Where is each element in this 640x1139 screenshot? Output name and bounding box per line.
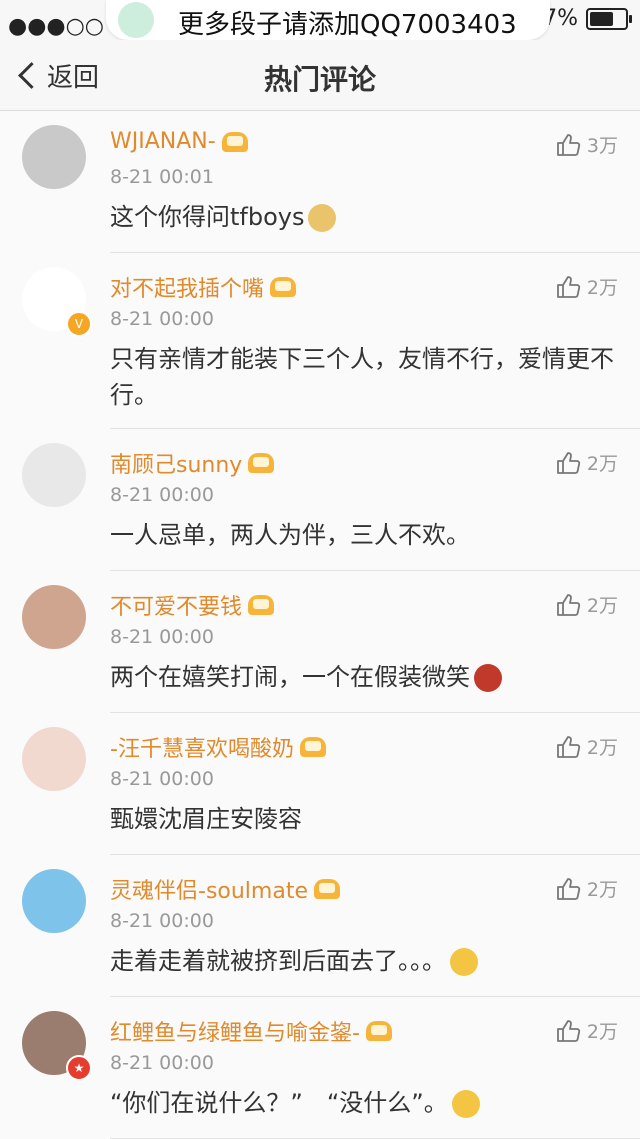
- broken-heart-emoji-icon: [474, 664, 502, 692]
- comment-time: 8-21 00:00: [110, 626, 214, 648]
- comment-item[interactable]: 不可爱不要钱 8-21 00:00 两个在嬉笑打闹，一个在假装微笑 2万: [0, 571, 640, 713]
- username-text[interactable]: 灵魂伴侣-soulmate: [110, 873, 308, 905]
- comment-item[interactable]: -汪千慧喜欢喝酸奶 8-21 00:00 甄嬛沈眉庄安陵容 2万: [0, 713, 640, 855]
- like-count: 2万: [586, 879, 618, 901]
- comment-text: “你们在说什么？” “没什么”。: [110, 1085, 618, 1121]
- comment-text: 一人忌单，两人为伴，三人不欢。: [110, 517, 618, 553]
- avatar[interactable]: [22, 125, 86, 189]
- member-crown-icon: [365, 1021, 392, 1041]
- username[interactable]: 红鲤鱼与绿鲤鱼与喻金鋆-: [110, 1015, 392, 1047]
- comment-text: 甄嬛沈眉庄安陵容: [110, 801, 618, 837]
- comment-time: 8-21 00:00: [110, 768, 214, 790]
- thumbs-up-icon: [557, 275, 581, 298]
- comment-text: 两个在嬉笑打闹，一个在假装微笑: [110, 659, 618, 695]
- comment-item[interactable]: WJIANAN- 8-21 00:01 这个你得问tfboys 3万: [0, 111, 640, 253]
- comment-item[interactable]: ★ 红鲤鱼与绿鲤鱼与喻金鋆- 8-21 00:00 “你们在说什么？” “没什么…: [0, 997, 640, 1139]
- page-title: 热门评论: [263, 63, 376, 96]
- like-count: 2万: [586, 737, 618, 759]
- comment-time: 8-21 00:00: [110, 910, 214, 932]
- comment-text-content: “你们在说什么？” “没什么”。: [110, 1089, 448, 1117]
- like-button[interactable]: 2万: [555, 591, 618, 618]
- username-text[interactable]: 对不起我插个嘴: [110, 271, 264, 303]
- username-text[interactable]: 不可爱不要钱: [110, 589, 242, 621]
- username-text[interactable]: WJIANAN-: [110, 129, 216, 154]
- comment-text-content: 只有亲情才能装下三个人，友情不行，爱情更不行。: [110, 345, 614, 409]
- like-count: 2万: [586, 277, 618, 299]
- like-button[interactable]: 2万: [555, 1017, 618, 1044]
- like-count: 2万: [586, 595, 618, 617]
- watermark-logo-icon: [118, 2, 154, 38]
- thumbs-up-icon: [557, 1019, 581, 1042]
- comment-list: WJIANAN- 8-21 00:01 这个你得问tfboys 3万 V 对不起…: [0, 111, 640, 1139]
- username[interactable]: 南顾己sunny: [110, 447, 275, 479]
- comment-text-content: 一人忌单，两人为伴，三人不欢。: [110, 521, 470, 549]
- comment-item[interactable]: 南顾己sunny 8-21 00:00 一人忌单，两人为伴，三人不欢。 2万: [0, 429, 640, 571]
- member-crown-icon: [270, 277, 297, 297]
- thumbs-up-icon: [557, 593, 581, 616]
- avatar[interactable]: [22, 585, 86, 649]
- like-count: 2万: [586, 1021, 618, 1043]
- member-crown-icon: [221, 131, 248, 152]
- like-button[interactable]: 2万: [555, 449, 618, 476]
- comment-item[interactable]: V 对不起我插个嘴 8-21 00:00 只有亲情才能装下三个人，友情不行，爱情…: [0, 253, 640, 429]
- like-button[interactable]: 2万: [555, 733, 618, 760]
- comment-text: 这个你得问tfboys: [110, 199, 618, 235]
- comment-text: 走着走着就被挤到后面去了。。。: [110, 943, 618, 979]
- like-button[interactable]: 3万: [555, 131, 618, 158]
- username[interactable]: 灵魂伴侣-soulmate: [110, 873, 340, 905]
- avatar[interactable]: [22, 443, 86, 507]
- member-crown-icon: [299, 737, 326, 757]
- member-crown-icon: [248, 595, 275, 615]
- comment-text-content: 这个你得问tfboys: [110, 203, 305, 231]
- like-count: 2万: [586, 453, 618, 475]
- nav-bar: 返回 热门评论: [0, 40, 640, 111]
- like-button[interactable]: 2万: [555, 875, 618, 902]
- username-text[interactable]: -汪千慧喜欢喝酸奶: [110, 731, 294, 763]
- comment-text-content: 两个在嬉笑打闹，一个在假装微笑: [110, 663, 470, 691]
- thumbs-up-icon: [557, 133, 581, 156]
- avatar[interactable]: [22, 727, 86, 791]
- username[interactable]: -汪千慧喜欢喝酸奶: [110, 731, 326, 763]
- watermark-text: 更多段子请添加QQ7003403: [178, 10, 517, 40]
- comment-item[interactable]: 灵魂伴侣-soulmate 8-21 00:00 走着走着就被挤到后面去了。。。…: [0, 855, 640, 997]
- comment-time: 8-21 00:01: [110, 166, 214, 188]
- thinking-emoji-icon: [450, 948, 478, 976]
- username[interactable]: 不可爱不要钱: [110, 589, 275, 621]
- avatar[interactable]: [22, 869, 86, 933]
- member-crown-icon: [248, 453, 275, 473]
- username[interactable]: 对不起我插个嘴: [110, 271, 297, 303]
- doge-emoji-icon: [308, 204, 337, 232]
- battery-icon: [586, 7, 632, 30]
- username-text[interactable]: 红鲤鱼与绿鲤鱼与喻金鋆-: [110, 1015, 360, 1047]
- sad-emoji-icon: [451, 1090, 480, 1118]
- verified-badge-icon: ★: [66, 1055, 92, 1081]
- thumbs-up-icon: [557, 451, 581, 474]
- member-crown-icon: [314, 879, 340, 899]
- thumbs-up-icon: [557, 735, 581, 758]
- comment-time: 8-21 00:00: [110, 308, 214, 330]
- comment-text-content: 甄嬛沈眉庄安陵容: [110, 805, 302, 833]
- verified-badge-icon: V: [66, 311, 92, 337]
- comment-time: 8-21 00:00: [110, 484, 214, 506]
- thumbs-up-icon: [557, 877, 581, 900]
- username[interactable]: WJIANAN-: [110, 129, 248, 154]
- like-count: 3万: [586, 135, 618, 157]
- like-button[interactable]: 2万: [555, 273, 618, 300]
- comment-text: 只有亲情才能装下三个人，友情不行，爱情更不行。: [110, 341, 618, 413]
- watermark-banner: 更多段子请添加QQ7003403: [106, 0, 550, 40]
- comment-text-content: 走着走着就被挤到后面去了。。。: [110, 947, 446, 975]
- username-text[interactable]: 南顾己sunny: [110, 447, 242, 479]
- comment-time: 8-21 00:00: [110, 1052, 214, 1074]
